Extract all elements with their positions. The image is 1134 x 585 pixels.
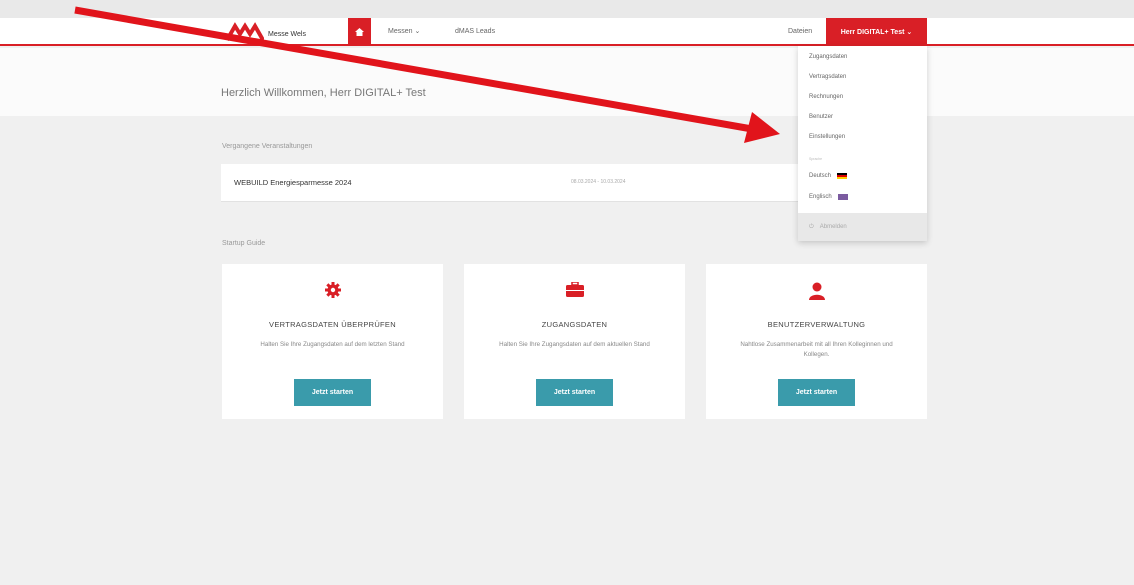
messe-wels-logo-icon (226, 22, 264, 41)
startup-guide-heading: Startup Guide (222, 240, 266, 247)
nav-messen[interactable]: Messen ⌄ (388, 18, 420, 46)
home-button[interactable] (348, 18, 371, 46)
card-title: VERTRAGSDATEN ÜBERPRÜFEN (269, 320, 396, 329)
user-menu-label: Herr DIGITAL+ Test (840, 28, 905, 36)
user-icon (808, 282, 825, 300)
start-button[interactable]: Jetzt starten (294, 379, 371, 406)
briefcase-icon (565, 282, 584, 297)
welcome-band (0, 48, 1134, 116)
past-events-heading: Vergangene Veranstaltungen (222, 143, 313, 150)
menu-item-zugangsdaten[interactable]: Zugangsdaten (809, 54, 847, 60)
top-navbar: Messe Wels Messen ⌄ dMAS Leads Dateien H… (0, 18, 1134, 46)
menu-item-vertragsdaten[interactable]: Vertragsdaten (809, 74, 846, 80)
home-icon (355, 28, 364, 36)
page-title: Herzlich Willkommen, Herr DIGITAL+ Test (221, 87, 426, 99)
card-description: Nahtlose Zusammenarbeit mit all Ihren Ko… (740, 341, 893, 358)
start-button[interactable]: Jetzt starten (778, 379, 855, 406)
user-menu-button[interactable]: Herr DIGITAL+ Test ⌄ (826, 18, 927, 46)
menu-item-deutsch[interactable]: Deutsch (809, 173, 848, 179)
nav-dateien[interactable]: Dateien (788, 18, 812, 46)
logout-button[interactable]: ⏻ Abmelden (798, 213, 927, 241)
chevron-down-icon: ⌄ (906, 29, 913, 36)
flag-de-icon (837, 173, 848, 179)
event-date: 08.03.2024 - 10.03.2024 (571, 179, 626, 185)
language-section-label: Sprache (809, 157, 823, 161)
gear-icon (324, 282, 341, 298)
power-icon: ⏻ (809, 223, 814, 230)
chevron-down-icon: ⌄ (414, 28, 421, 35)
card-description: Halten Sie Ihre Zugangsdaten auf dem akt… (499, 341, 650, 348)
language-label: Deutsch (809, 173, 832, 179)
brand-logo[interactable]: Messe Wels (226, 20, 306, 44)
event-name: WEBUILD Energiesparmesse 2024 (234, 178, 352, 187)
menu-item-einstellungen[interactable]: Einstellungen (809, 134, 845, 140)
event-row[interactable]: WEBUILD Energiesparmesse 2024 08.03.2024… (221, 164, 801, 202)
user-dropdown-menu: Zugangsdaten Vertragsdaten Rechnungen Be… (798, 46, 927, 241)
menu-item-benutzer[interactable]: Benutzer (809, 114, 833, 120)
browser-strip (0, 0, 1134, 18)
menu-item-englisch[interactable]: Englisch (809, 194, 848, 200)
page: Messe Wels Messen ⌄ dMAS Leads Dateien H… (0, 0, 1134, 585)
guide-card-zugangsdaten: ZUGANGSDATEN Halten Sie Ihre Zugangsdate… (464, 264, 685, 419)
language-label: Englisch (809, 194, 832, 200)
card-title: BENUTZERVERWALTUNG (767, 320, 866, 329)
menu-item-rechnungen[interactable]: Rechnungen (809, 94, 843, 100)
logout-label: Abmelden (819, 224, 847, 230)
start-button[interactable]: Jetzt starten (536, 379, 613, 406)
nav-messen-label: Messen (388, 28, 413, 35)
card-title: ZUGANGSDATEN (541, 320, 608, 329)
nav-dmas-leads[interactable]: dMAS Leads (455, 18, 495, 46)
guide-card-benutzerverwaltung: BENUTZERVERWALTUNG Nahtlose Zusammenarbe… (706, 264, 927, 419)
brand-name: Messe Wels (268, 30, 306, 38)
card-description: Halten Sie Ihre Zugangsdaten auf dem let… (260, 341, 405, 348)
guide-card-vertragsdaten: VERTRAGSDATEN ÜBERPRÜFEN Halten Sie Ihre… (222, 264, 443, 419)
flag-en-icon (837, 194, 848, 200)
